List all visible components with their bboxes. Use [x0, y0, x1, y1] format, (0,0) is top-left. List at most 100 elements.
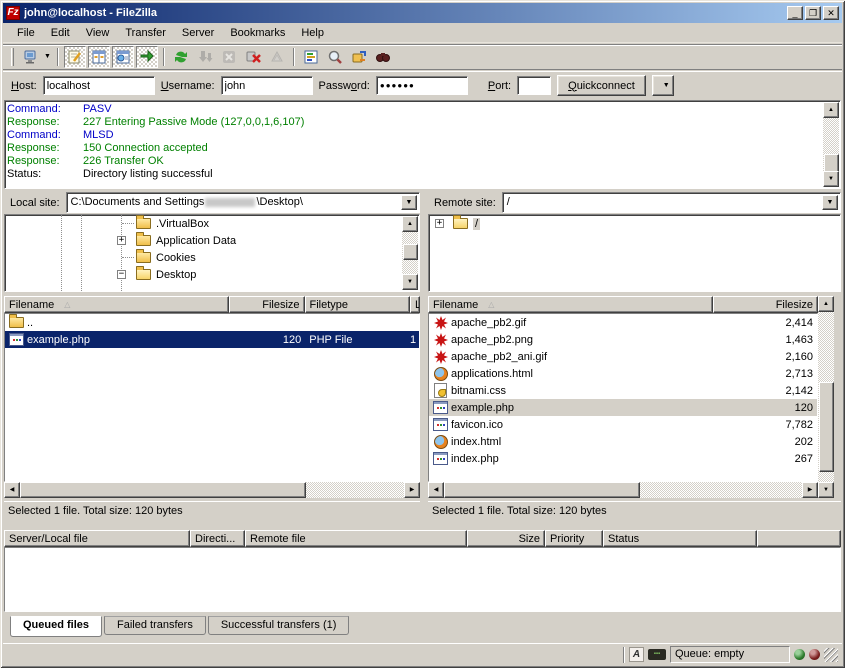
- css-file-icon: [433, 383, 448, 398]
- file-row[interactable]: bitnami.css 2,142: [429, 382, 817, 399]
- close-button[interactable]: ✕: [823, 6, 839, 20]
- expand-icon[interactable]: +: [435, 219, 444, 228]
- log-line: Status:Directory listing successful: [7, 168, 840, 181]
- column-size[interactable]: Size: [467, 530, 545, 547]
- log-line: Command:MLSD: [7, 129, 840, 142]
- column-priority[interactable]: Priority: [545, 530, 603, 547]
- tree-item-root[interactable]: + /: [429, 215, 840, 232]
- toggle-local-tree-icon[interactable]: [88, 46, 110, 68]
- menu-edit[interactable]: Edit: [43, 25, 78, 41]
- file-row[interactable]: apache_pb2.png 1,463: [429, 331, 817, 348]
- file-row[interactable]: index.php 267: [429, 450, 817, 467]
- column-filename[interactable]: Filename△: [4, 296, 229, 313]
- host-input[interactable]: [43, 76, 155, 95]
- file-row[interactable]: applications.html 2,713: [429, 365, 817, 382]
- reconnect-icon[interactable]: [266, 46, 288, 68]
- toggle-message-log-icon[interactable]: [64, 46, 86, 68]
- process-queue-icon[interactable]: [194, 46, 216, 68]
- toolbar-separator: [163, 48, 165, 66]
- quickconnect-dropdown-icon[interactable]: ▼: [652, 75, 674, 96]
- local-status-text: Selected 1 file. Total size: 120 bytes: [4, 501, 420, 520]
- file-row-example-php[interactable]: example.php 120 PHP File 1: [5, 331, 419, 348]
- file-row[interactable]: apache_pb2_ani.gif 2,160: [429, 348, 817, 365]
- column-last-modified[interactable]: L: [410, 296, 420, 313]
- toolbar-grip[interactable]: [11, 48, 14, 66]
- collapse-icon[interactable]: −: [117, 270, 126, 279]
- column-filename[interactable]: Filename△: [428, 296, 713, 313]
- remote-site-row: Remote site: / ▼: [428, 192, 841, 213]
- username-input[interactable]: [221, 76, 313, 95]
- log-line: Command:PASV: [7, 103, 840, 116]
- cancel-operation-icon[interactable]: [218, 46, 240, 68]
- disconnect-icon[interactable]: [242, 46, 264, 68]
- quickconnect-button[interactable]: Quickconnect: [557, 75, 646, 96]
- local-tree-scrollbar[interactable]: ▲ ▼: [402, 216, 418, 290]
- menu-server[interactable]: Server: [174, 25, 222, 41]
- port-input[interactable]: [517, 76, 551, 95]
- password-label: Password:: [319, 80, 370, 92]
- title-bar[interactable]: Fz john@localhost - FileZilla _ ❐ ✕: [3, 3, 842, 23]
- folder-icon: [9, 317, 24, 328]
- local-list-header: Filename△ Filesize Filetype L: [4, 296, 420, 313]
- menu-help[interactable]: Help: [293, 25, 332, 41]
- filter-icon[interactable]: [300, 46, 322, 68]
- speed-limit-indicator-icon[interactable]: ▪▪▪: [648, 649, 666, 660]
- column-filetype[interactable]: Filetype: [305, 296, 410, 313]
- red-status-led-icon: [809, 649, 820, 660]
- site-manager-dropdown-icon[interactable]: ▼: [42, 47, 53, 67]
- find-files-icon[interactable]: [372, 46, 394, 68]
- maximize-button[interactable]: ❐: [805, 6, 821, 20]
- window-resize-grip[interactable]: [824, 648, 838, 662]
- sort-ascending-icon: △: [488, 300, 494, 309]
- minimize-button[interactable]: _: [787, 6, 803, 20]
- open-folder-icon: [453, 218, 468, 229]
- toggle-remote-tree-icon[interactable]: [112, 46, 134, 68]
- column-status[interactable]: Status: [603, 530, 757, 547]
- local-list-hscrollbar[interactable]: ◀ ▶: [4, 482, 420, 498]
- tree-item-desktop[interactable]: − Desktop: [5, 266, 419, 283]
- column-filesize[interactable]: Filesize: [713, 296, 818, 313]
- remote-list-vscrollbar[interactable]: ▲ ▼: [818, 296, 834, 498]
- ico-file-icon: [433, 417, 448, 432]
- menu-view[interactable]: View: [78, 25, 118, 41]
- tree-item-virtualbox[interactable]: .VirtualBox: [5, 215, 419, 232]
- php-file-icon: [433, 451, 448, 466]
- column-filesize[interactable]: Filesize: [229, 296, 305, 313]
- html-file-icon: [433, 434, 448, 449]
- synchronized-browsing-icon[interactable]: [348, 46, 370, 68]
- site-manager-icon[interactable]: [19, 46, 41, 68]
- queue-tabs: Queued files Failed transfers Successful…: [10, 616, 349, 637]
- file-row[interactable]: index.html 202: [429, 433, 817, 450]
- file-row-selected[interactable]: example.php 120: [429, 399, 817, 416]
- local-site-dropdown-icon[interactable]: ▼: [401, 195, 417, 210]
- tree-item-cookies[interactable]: Cookies: [5, 249, 419, 266]
- statusbar-separator: [623, 647, 625, 663]
- status-bar: A ▪▪▪ Queue: empty: [3, 643, 842, 665]
- column-server-local-file[interactable]: Server/Local file: [4, 530, 190, 547]
- refresh-icon[interactable]: [170, 46, 192, 68]
- transfer-type-indicator-icon[interactable]: A: [629, 647, 644, 662]
- menu-transfer[interactable]: Transfer: [117, 25, 174, 41]
- directory-comparison-icon[interactable]: [324, 46, 346, 68]
- column-remote-file[interactable]: Remote file: [245, 530, 467, 547]
- remote-site-dropdown-icon[interactable]: ▼: [822, 195, 838, 210]
- tree-item-application-data[interactable]: + Application Data: [5, 232, 419, 249]
- remote-list-hscrollbar[interactable]: ◀ ▶: [428, 482, 818, 498]
- toggle-transfer-queue-icon[interactable]: [136, 46, 158, 68]
- password-input[interactable]: [376, 76, 468, 95]
- remote-site-combo[interactable]: / ▼: [502, 192, 841, 213]
- log-scrollbar[interactable]: ▲ ▼: [823, 102, 839, 187]
- transfer-queue-list[interactable]: [4, 547, 841, 612]
- file-row-parent-dir[interactable]: ..: [5, 314, 419, 331]
- file-row[interactable]: apache_pb2.gif 2,414: [429, 314, 817, 331]
- expand-icon[interactable]: +: [117, 236, 126, 245]
- tab-successful-transfers[interactable]: Successful transfers (1): [208, 616, 350, 635]
- column-direction[interactable]: Directi...: [190, 530, 245, 547]
- tab-failed-transfers[interactable]: Failed transfers: [104, 616, 206, 635]
- tab-queued-files[interactable]: Queued files: [10, 616, 102, 637]
- file-row[interactable]: favicon.ico 7,782: [429, 416, 817, 433]
- toolbar-separator: [57, 48, 59, 66]
- menu-file[interactable]: File: [9, 25, 43, 41]
- menu-bookmarks[interactable]: Bookmarks: [222, 25, 293, 41]
- local-site-combo[interactable]: C:\Documents and Settings\Desktop\ ▼: [66, 192, 420, 213]
